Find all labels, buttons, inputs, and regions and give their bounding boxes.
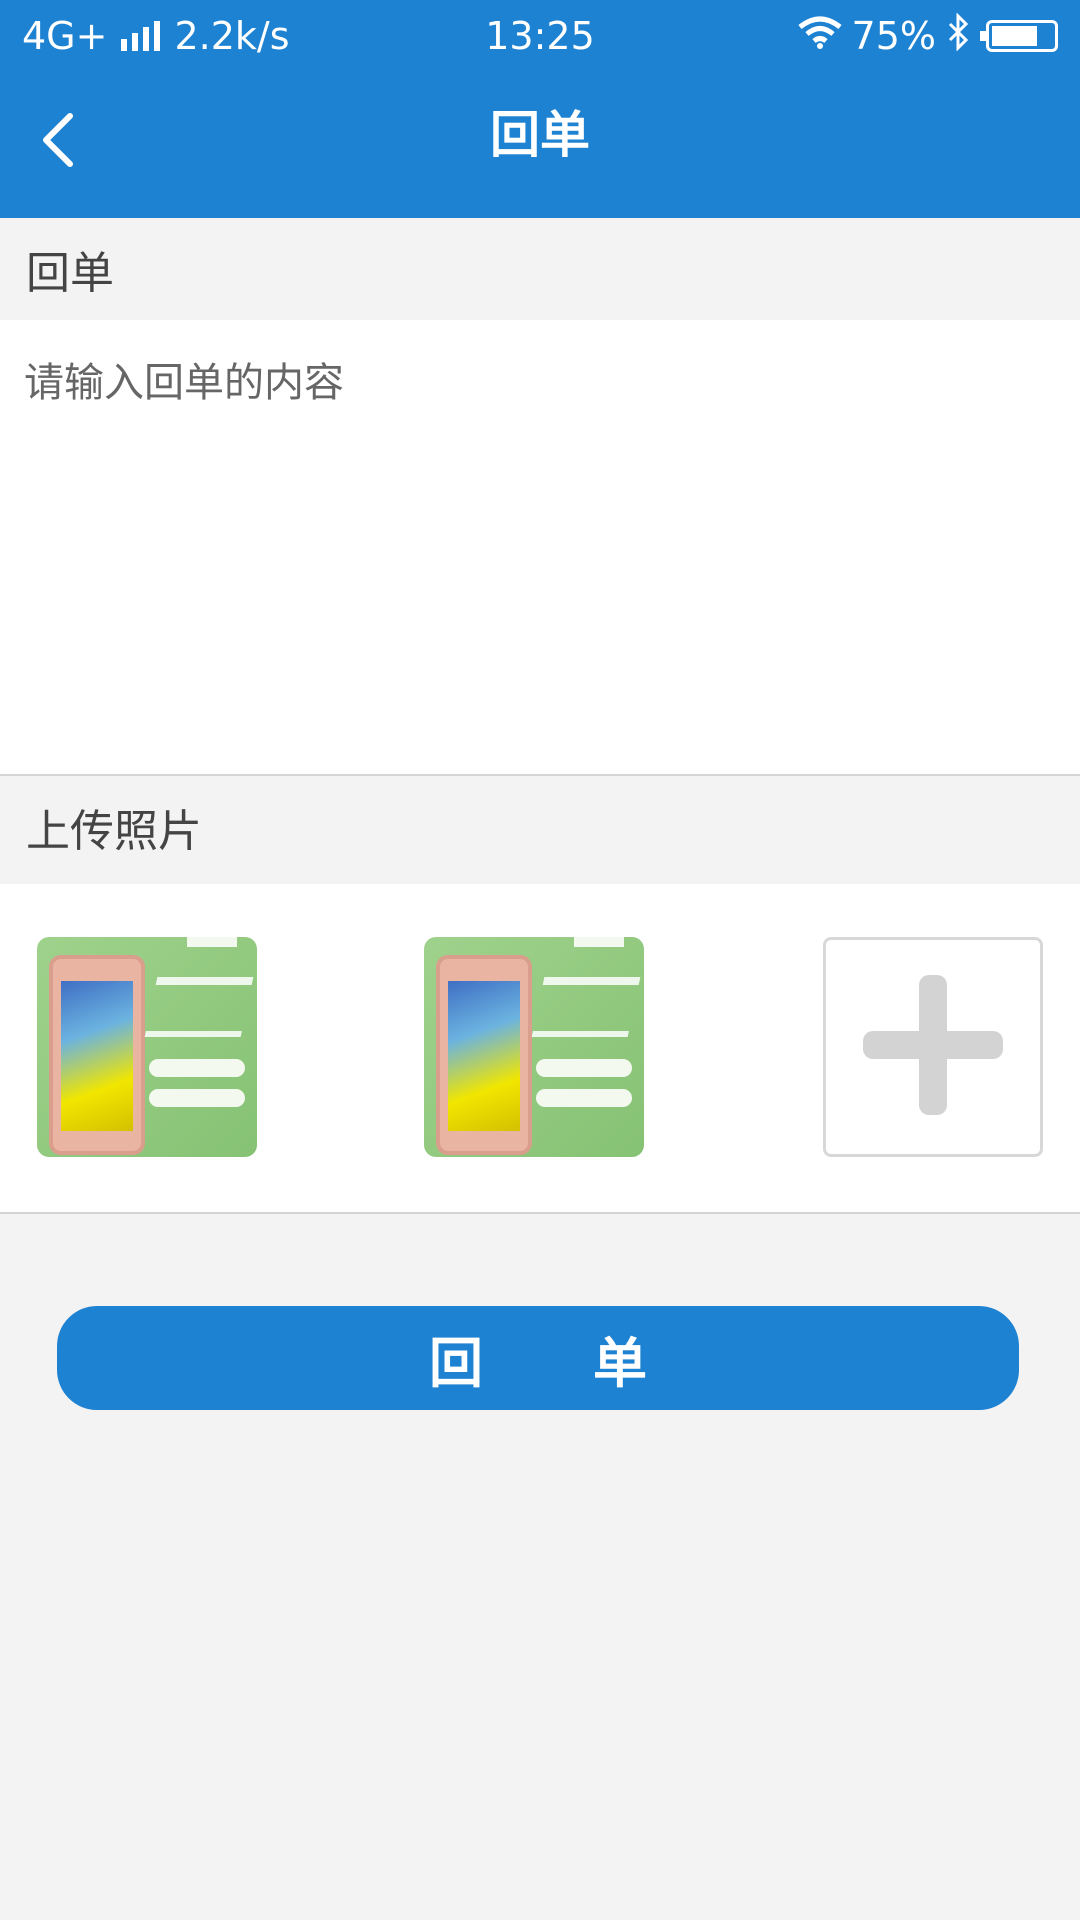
bluetooth-icon [946,11,970,60]
page-title: 回单 [490,106,590,164]
wifi-icon [797,14,842,58]
battery-level [992,26,1037,46]
status-left: 4G+ 2.2k/s [22,14,290,58]
photo-thumbnail-1[interactable] [37,937,257,1157]
network-type: 4G+ [22,14,108,58]
title-bar: 回单 [0,72,1080,218]
battery-icon [980,20,1058,52]
reply-section-label: 回单 [26,248,114,299]
add-photo-button[interactable] [823,937,1043,1157]
photo-thumbnail-2[interactable] [424,937,644,1157]
reply-content-input[interactable] [0,320,1080,774]
reply-content-container [0,320,1080,776]
photo-grid [0,884,1080,1214]
app-screen: 4G+ 2.2k/s 13:25 75% 回单 回单 请输入回单的内容 上传照片… [0,0,1080,1920]
signal-icon [121,21,161,51]
status-right: 75% [797,11,1058,60]
upload-section-label: 上传照片 [26,806,202,857]
submit-reply-button[interactable]: 回单 [57,1306,1019,1410]
plus-icon [863,975,1003,1119]
battery-percent: 75% [851,14,936,58]
network-speed: 2.2k/s [174,14,290,58]
status-bar: 4G+ 2.2k/s 13:25 75% [0,0,1080,72]
